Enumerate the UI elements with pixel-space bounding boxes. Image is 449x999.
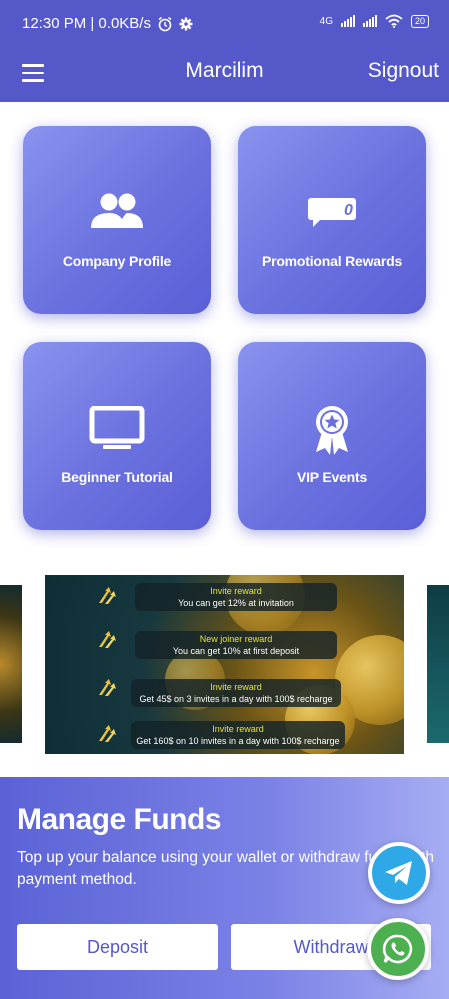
beginner-tutorial-tile[interactable]: Beginner Tutorial xyxy=(23,342,211,530)
whatsapp-icon xyxy=(382,934,413,964)
tile-label: Beginner Tutorial xyxy=(61,469,173,485)
people-icon xyxy=(91,193,143,228)
wifi-icon xyxy=(385,14,403,28)
telegram-button[interactable] xyxy=(368,842,430,904)
reward-text: Get 45$ on 3 invites in a day with 100$ … xyxy=(139,694,333,704)
app-bar: Marcilim Signout xyxy=(0,48,449,102)
carousel-prev-slide[interactable] xyxy=(0,585,22,743)
carousel-next-slide[interactable] xyxy=(427,585,449,743)
reward-text: You can get 10% at first deposit xyxy=(172,646,300,656)
tile-label: VIP Events xyxy=(296,469,368,485)
hamburger-menu-icon[interactable] xyxy=(22,64,44,82)
reward-item: New joiner reward You can get 10% at fir… xyxy=(135,631,337,659)
rewards-banner[interactable]: Invite reward You can get 12% at invitat… xyxy=(45,575,404,754)
award-icon xyxy=(316,406,348,455)
tile-label: Company Profile xyxy=(62,253,172,269)
whatsapp-button[interactable] xyxy=(367,918,429,980)
alarm-icon xyxy=(158,16,172,31)
reward-title: New joiner reward xyxy=(199,634,273,644)
reward-item: Invite reward Get 160$ on 10 invites in … xyxy=(131,721,345,749)
signout-button[interactable]: Signout xyxy=(368,59,439,83)
arrow-up-icon xyxy=(99,631,116,648)
deposit-button[interactable]: Deposit xyxy=(17,924,218,970)
company-profile-tile[interactable]: Company Profile xyxy=(23,126,211,314)
monitor-icon xyxy=(89,406,145,449)
reward-title: Invite reward xyxy=(212,724,264,734)
reward-count: 0 xyxy=(344,202,353,219)
arrow-up-icon xyxy=(99,725,116,742)
reward-text: Get 160$ on 10 invites in a day with 100… xyxy=(136,736,340,746)
status-bar: 12:30 PM | 0.0KB/s 4G 20 xyxy=(0,0,449,48)
vip-events-tile[interactable]: VIP Events xyxy=(238,342,426,530)
arrow-up-icon xyxy=(99,587,116,604)
tile-label: Promotional Rewards xyxy=(261,253,403,269)
telegram-icon xyxy=(385,861,412,885)
funds-title: Manage Funds xyxy=(17,803,222,836)
signal-icon xyxy=(340,15,355,27)
reward-title: Invite reward xyxy=(210,682,262,692)
settings-icon xyxy=(179,17,193,30)
signal-icon-2 xyxy=(362,15,377,27)
arrow-up-icon xyxy=(99,679,116,696)
chat-badge-icon: 0 xyxy=(308,198,356,227)
battery-icon: 20 xyxy=(410,14,429,28)
reward-item: Invite reward You can get 12% at invitat… xyxy=(135,583,337,611)
status-time: 12:30 PM | 0.0KB/s xyxy=(22,15,151,32)
reward-text: You can get 12% at invitation xyxy=(178,598,294,608)
promotional-rewards-tile[interactable]: 0 Promotional Rewards xyxy=(238,126,426,314)
reward-item: Invite reward Get 45$ on 3 invites in a … xyxy=(131,679,341,707)
network-type: 4G xyxy=(319,15,333,27)
reward-title: Invite reward xyxy=(210,586,262,596)
